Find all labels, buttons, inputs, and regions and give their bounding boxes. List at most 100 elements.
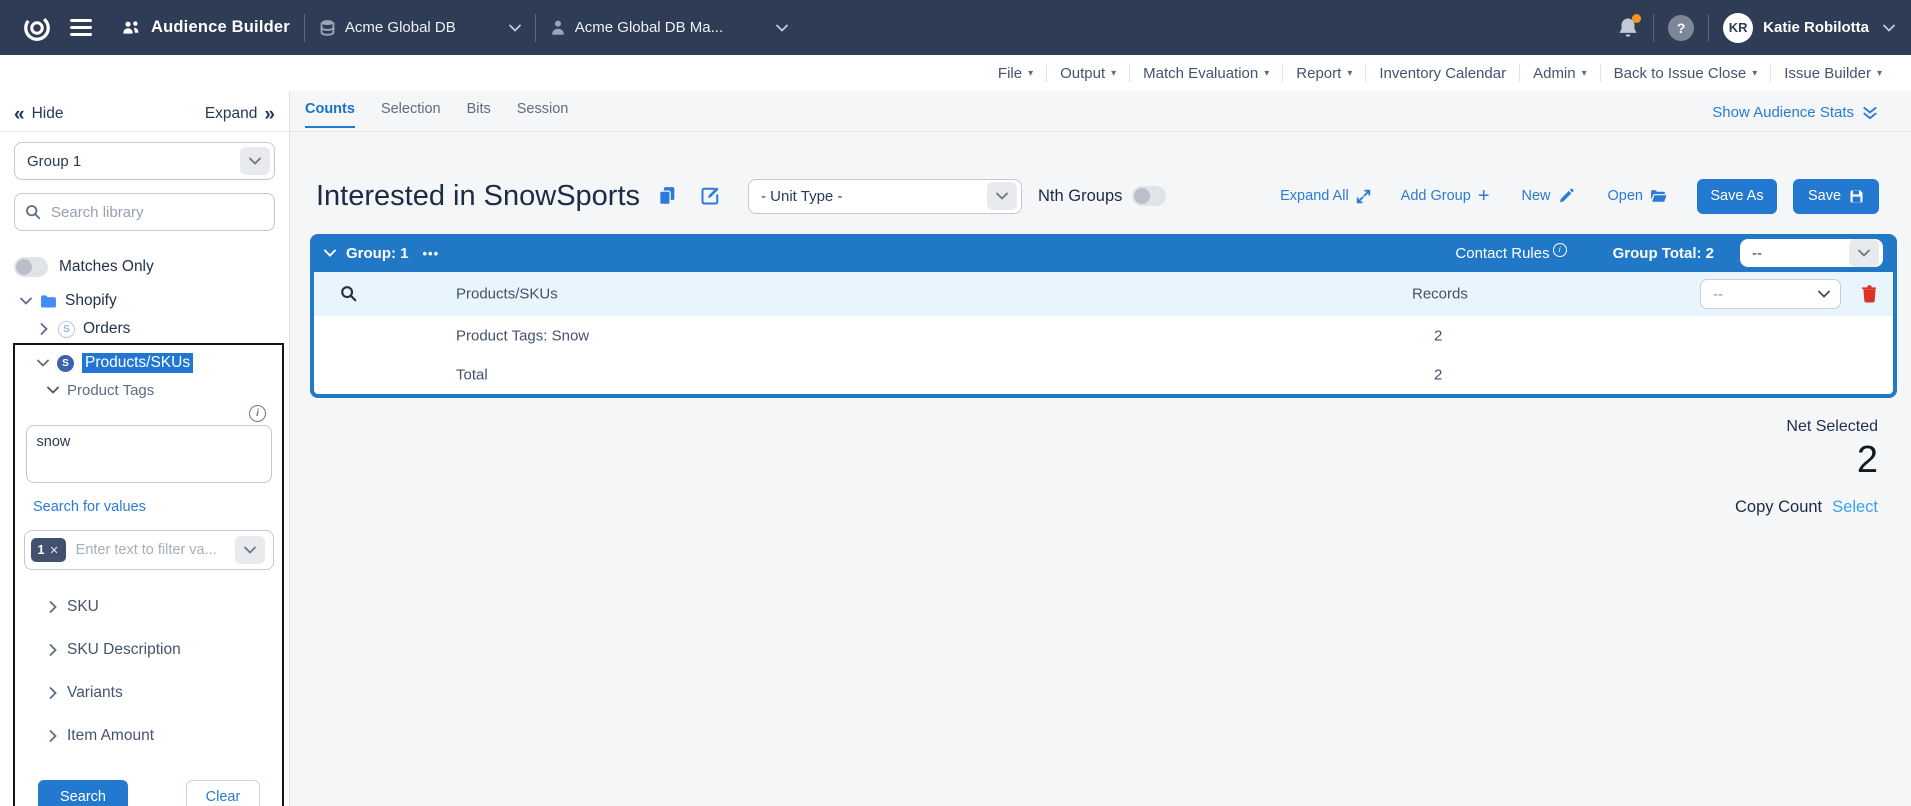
selected-value-chip[interactable]: 1 ✕ [31, 538, 66, 562]
menu-back-to-issue-close[interactable]: Back to Issue Close▾ [1601, 65, 1771, 82]
menu-inventory-calendar[interactable]: Inventory Calendar [1366, 65, 1519, 82]
tree-item-sku[interactable]: SKU [47, 594, 274, 620]
group-logic-select[interactable]: -- [1740, 239, 1883, 267]
brand-logo-icon[interactable] [22, 13, 52, 43]
search-button[interactable]: Search [38, 780, 128, 806]
database-selector-value: Acme Global DB [345, 19, 456, 36]
menu-report[interactable]: Report▾ [1283, 65, 1365, 82]
matches-only-toggle[interactable] [14, 257, 48, 277]
value-search-textarea[interactable]: snow [26, 425, 272, 483]
copy-icon[interactable] [658, 186, 676, 206]
chevron-down-icon [1849, 239, 1879, 267]
group-body: Products/SKUs Records -- Product Tags [310, 272, 1897, 398]
open-link[interactable]: Open [1608, 188, 1667, 204]
user-avatar[interactable]: KR [1723, 13, 1753, 43]
net-selected-value: 2 [1735, 440, 1878, 482]
group-header-right: Contact Rules i Group Total: 2 -- [1455, 239, 1883, 267]
group-panel: Group: 1 ••• Contact Rules i Group Total… [310, 234, 1897, 398]
unit-type-select[interactable]: - Unit Type - [748, 179, 1022, 214]
audience-selector[interactable]: Acme Global DB Ma... [550, 19, 788, 36]
select-link[interactable]: Select [1832, 498, 1878, 517]
group-select[interactable]: Group 1 [14, 142, 275, 180]
filter-values-input[interactable] [74, 541, 227, 559]
row-logic-select[interactable]: -- [1700, 279, 1841, 309]
tab-counts[interactable]: Counts [305, 101, 355, 128]
nth-groups-toggle[interactable] [1132, 186, 1166, 206]
contact-rules-link[interactable]: Contact Rules i [1455, 245, 1566, 262]
search-for-values-link[interactable]: Search for values [33, 499, 146, 515]
add-group-link[interactable]: Add Group + [1401, 188, 1490, 204]
app-title-group: Audience Builder [120, 18, 290, 37]
chevron-down-icon[interactable] [324, 249, 336, 257]
save-button[interactable]: Save [1793, 179, 1879, 214]
folder-icon [40, 294, 57, 309]
clear-button[interactable]: Clear [186, 780, 260, 806]
expand-all-label: Expand All [1280, 188, 1349, 204]
tree-item-sku-description[interactable]: SKU Description [47, 637, 274, 663]
topbar-divider [535, 14, 536, 42]
new-link[interactable]: New [1522, 188, 1574, 204]
menu-file[interactable]: File▾ [985, 65, 1046, 82]
double-chevron-right-icon: » [264, 105, 275, 124]
caret-down-icon: ▾ [1877, 68, 1882, 79]
person-icon [550, 19, 566, 36]
field-label-variants: Variants [67, 684, 123, 702]
selected-field-panel: S Products/SKUs Product Tags i snow Sear… [13, 343, 284, 806]
tab-bits[interactable]: Bits [467, 101, 491, 128]
group-row-name: Product Tags: Snow [456, 327, 589, 344]
tree-item-product-tags[interactable]: Product Tags [47, 377, 274, 403]
expand-all-link[interactable]: Expand All [1280, 188, 1371, 204]
app-title: Audience Builder [151, 18, 290, 37]
library-search-input[interactable] [49, 203, 264, 222]
shopify-source-icon: S [58, 321, 75, 338]
sidebar-collapse-row: « Hide Expand » [0, 97, 289, 132]
tree-item-item-amount[interactable]: Item Amount [47, 723, 274, 749]
menu-output[interactable]: Output▾ [1047, 65, 1129, 82]
topbar-divider [1708, 14, 1709, 42]
group-options-icon[interactable]: ••• [423, 246, 440, 261]
tree-item-shopify[interactable]: Shopify [20, 287, 289, 315]
net-selected-label: Net Selected [1735, 418, 1878, 436]
chevron-down-icon[interactable] [235, 536, 265, 564]
expand-sidebar-button[interactable]: Expand » [205, 105, 275, 124]
menu-match-evaluation[interactable]: Match Evaluation▾ [1130, 65, 1282, 82]
hide-sidebar-button[interactable]: « Hide [14, 105, 63, 124]
edit-icon[interactable] [700, 186, 720, 206]
chip-close-icon[interactable]: ✕ [49, 544, 58, 557]
main-content: Counts Selection Bits Session Show Audie… [290, 91, 1911, 806]
chevron-right-icon [49, 601, 57, 613]
tree-item-variants[interactable]: Variants [47, 680, 274, 706]
caret-down-icon: ▾ [1264, 68, 1269, 79]
delete-row-icon[interactable] [1861, 284, 1878, 303]
search-icon[interactable] [340, 285, 357, 302]
menu-issue-builder[interactable]: Issue Builder▾ [1771, 65, 1895, 82]
menu-admin[interactable]: Admin▾ [1520, 65, 1600, 82]
audience-selector-value: Acme Global DB Ma... [575, 19, 723, 36]
sidebar-buttons-row: Search Clear [23, 780, 274, 806]
database-icon [319, 19, 336, 37]
database-selector[interactable]: Acme Global DB [319, 19, 521, 37]
unit-type-value: - Unit Type - [749, 188, 987, 205]
audience-builder-app: Audience Builder Acme Global DB [0, 0, 1911, 806]
show-audience-stats-link[interactable]: Show Audience Stats [1712, 104, 1878, 121]
caret-down-icon: ▾ [1347, 68, 1352, 79]
tree-label-products-skus: Products/SKUs [82, 353, 193, 373]
help-icon[interactable]: ? [1668, 15, 1694, 41]
records-column-header: Records [1412, 286, 1468, 303]
notifications-bell-icon[interactable] [1617, 16, 1639, 40]
chevron-down-icon[interactable] [1883, 24, 1895, 32]
tree-item-products-skus[interactable]: S Products/SKUs [37, 349, 274, 377]
library-sidebar: « Hide Expand » Group 1 Matches Only [0, 91, 290, 806]
page-title: Interested in SnowSports [316, 180, 640, 213]
group-row-products: Products/SKUs Records -- [314, 272, 1893, 316]
save-as-button[interactable]: Save As [1697, 179, 1777, 214]
tab-session[interactable]: Session [517, 101, 569, 128]
tab-selection[interactable]: Selection [381, 101, 441, 128]
hamburger-menu-icon[interactable] [70, 19, 92, 36]
tree-item-orders[interactable]: S Orders [38, 315, 289, 343]
info-icon[interactable]: i [249, 405, 266, 422]
save-label: Save [1808, 188, 1841, 204]
tree-label-orders: Orders [83, 320, 130, 338]
info-row: i [23, 405, 274, 421]
floppy-disk-icon [1849, 189, 1864, 204]
